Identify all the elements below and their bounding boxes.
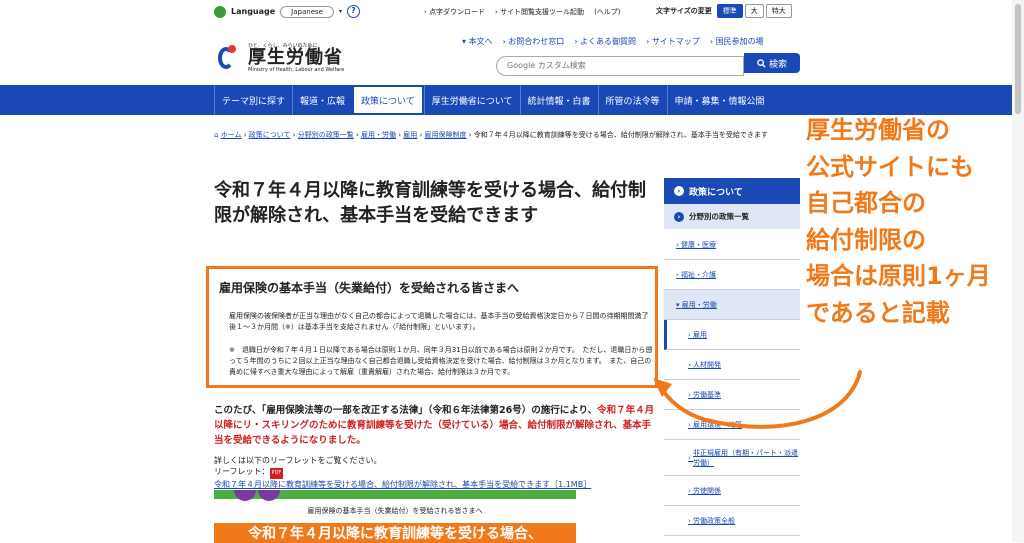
scrollbar-thumb[interactable] <box>1015 4 1021 114</box>
scrollbar[interactable] <box>1012 0 1024 542</box>
annotation-arrow-icon <box>653 370 862 429</box>
